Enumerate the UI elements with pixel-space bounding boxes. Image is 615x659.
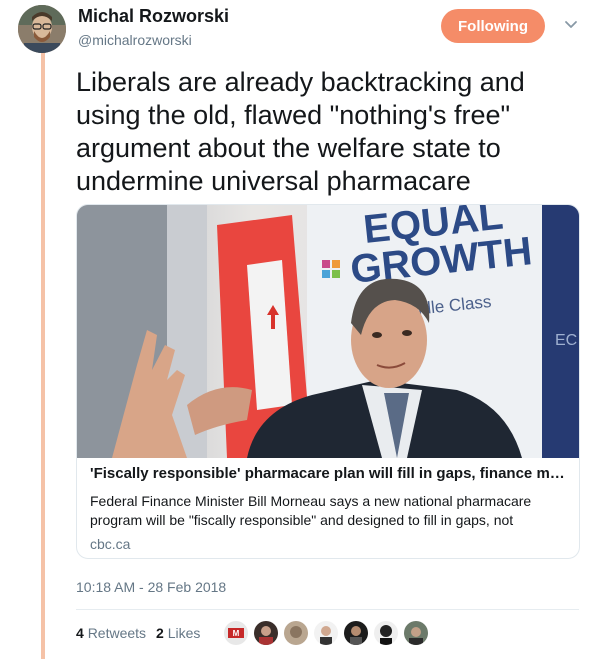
author-handle[interactable]: @michalrozworski (78, 32, 192, 48)
tweet-timestamp[interactable]: 10:18 AM - 28 Feb 2018 (76, 579, 226, 595)
retweets-label: Retweets (87, 625, 147, 641)
tweet-stats: 4 Retweets 2 Likes (76, 625, 200, 641)
svg-text:M: M (233, 629, 240, 638)
chevron-down-icon[interactable] (563, 17, 579, 33)
card-image[interactable]: EQUAL GROWTH Middle Class EC (77, 205, 579, 458)
retweets-count: 4 (76, 625, 84, 641)
banner-line4: EC (555, 332, 577, 349)
likes-stat[interactable]: 2 Likes (156, 625, 200, 641)
liker-avatar-5-icon[interactable] (343, 620, 369, 646)
liker-avatar-7-icon[interactable] (403, 620, 429, 646)
author-avatar[interactable] (18, 5, 66, 53)
liker-avatars: M (223, 620, 429, 646)
liker-avatar-2-icon[interactable] (253, 620, 279, 646)
author-name[interactable]: Michal Rozworski (78, 6, 229, 27)
liker-avatar-3-icon[interactable] (283, 620, 309, 646)
tweet-text: Liberals are already backtracking and us… (76, 67, 525, 196)
likes-label: Likes (167, 625, 201, 641)
link-card[interactable]: EQUAL GROWTH Middle Class EC 'Fiscally r… (76, 204, 580, 559)
card-description: Federal Finance Minister Bill Morneau sa… (90, 493, 532, 528)
divider (76, 609, 579, 610)
card-domain[interactable]: cbc.ca (90, 536, 130, 552)
liker-avatar-6-icon[interactable] (373, 620, 399, 646)
liker-avatar-1-icon[interactable]: M (223, 620, 249, 646)
profile-photo-icon (18, 5, 66, 53)
following-button[interactable]: Following (441, 9, 545, 43)
liker-avatar-4-icon[interactable] (313, 620, 339, 646)
likes-count: 2 (156, 625, 164, 641)
retweets-stat[interactable]: 4 Retweets (76, 625, 146, 641)
thread-line (41, 52, 45, 659)
card-title[interactable]: 'Fiscally responsible' pharmacare plan w… (90, 465, 568, 482)
